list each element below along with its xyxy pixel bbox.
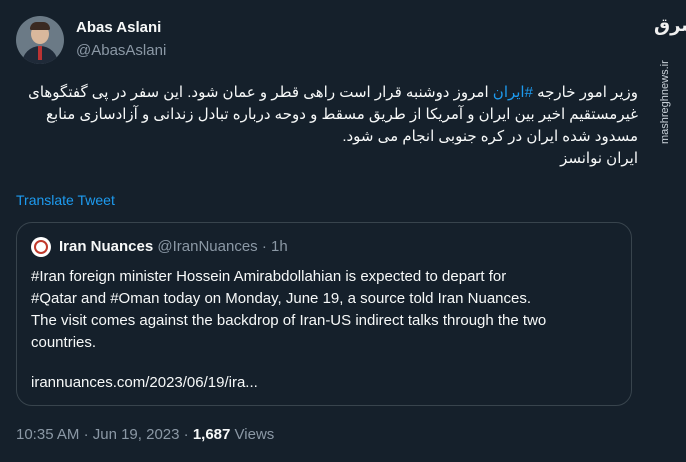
author-display-name[interactable]: Abas Aslani: [76, 19, 161, 36]
translate-tweet-link[interactable]: Translate Tweet: [16, 192, 115, 208]
author-avatar[interactable]: [16, 16, 64, 64]
tweet-time[interactable]: 10:35 AM: [16, 426, 79, 443]
views-count: 1,687: [192, 426, 231, 443]
quote-avatar[interactable]: [31, 237, 51, 257]
quote-link[interactable]: irannuances.com/2023/06/19/ira...: [31, 374, 258, 391]
tweet-line: مسدود شده ایران در کره جنوبی انجام می شو…: [342, 128, 638, 145]
views-label: Views: [234, 426, 275, 443]
avatar-tie: [38, 46, 42, 60]
quote-handle: @IranNuances: [157, 238, 258, 255]
tweet-text: وزیر امور خارجه #ایران امروز دوشنبه قرار…: [16, 82, 638, 170]
quote-separator: ·: [261, 238, 267, 255]
quote-line: The visit comes against the backdrop of …: [31, 312, 547, 329]
tweet-date[interactable]: Jun 19, 2023: [93, 426, 180, 443]
tweet-meta: 10:35 AM · Jun 19, 2023 · 1,687 Views: [16, 426, 274, 443]
quote-header: Iran Nuances @IranNuances · 1h: [59, 238, 288, 255]
tweet-line: وزیر امور خارجه #ایران امروز دوشنبه قرار…: [28, 84, 638, 101]
quote-time[interactable]: 1h: [271, 238, 288, 255]
tweet-line: غیرمستقیم اخیر بین ایران و آمریکا از طری…: [46, 106, 638, 123]
quote-line: #Iran foreign minister Hossein Amirabdol…: [31, 268, 507, 285]
hashtag-link[interactable]: #ایران: [493, 84, 533, 101]
quote-body: #Iran foreign minister Hossein Amirabdol…: [31, 266, 621, 354]
avatar-hair: [30, 22, 50, 30]
meta-separator: ·: [83, 426, 89, 443]
watermark-text: mashreghnews.ir: [659, 60, 671, 144]
watermark-strip: مشرق mashreghnews.ir: [654, 0, 686, 462]
quote-avatar-logo: [34, 240, 48, 254]
meta-separator: ·: [183, 426, 189, 443]
tweet: Abas Aslani @AbasAslani وزیر امور خارجه …: [0, 0, 654, 462]
quoted-tweet[interactable]: Iran Nuances @IranNuances · 1h #Iran for…: [16, 222, 632, 406]
quote-line: countries.: [31, 334, 97, 351]
quote-line: #Qatar and #Oman today on Monday, June 1…: [31, 290, 532, 307]
mashregh-logo: مشرق: [654, 15, 686, 36]
quote-display-name[interactable]: Iran Nuances: [59, 238, 153, 255]
tweet-line: ایران نوانسز: [560, 150, 638, 167]
author-handle[interactable]: @AbasAslani: [76, 42, 166, 59]
